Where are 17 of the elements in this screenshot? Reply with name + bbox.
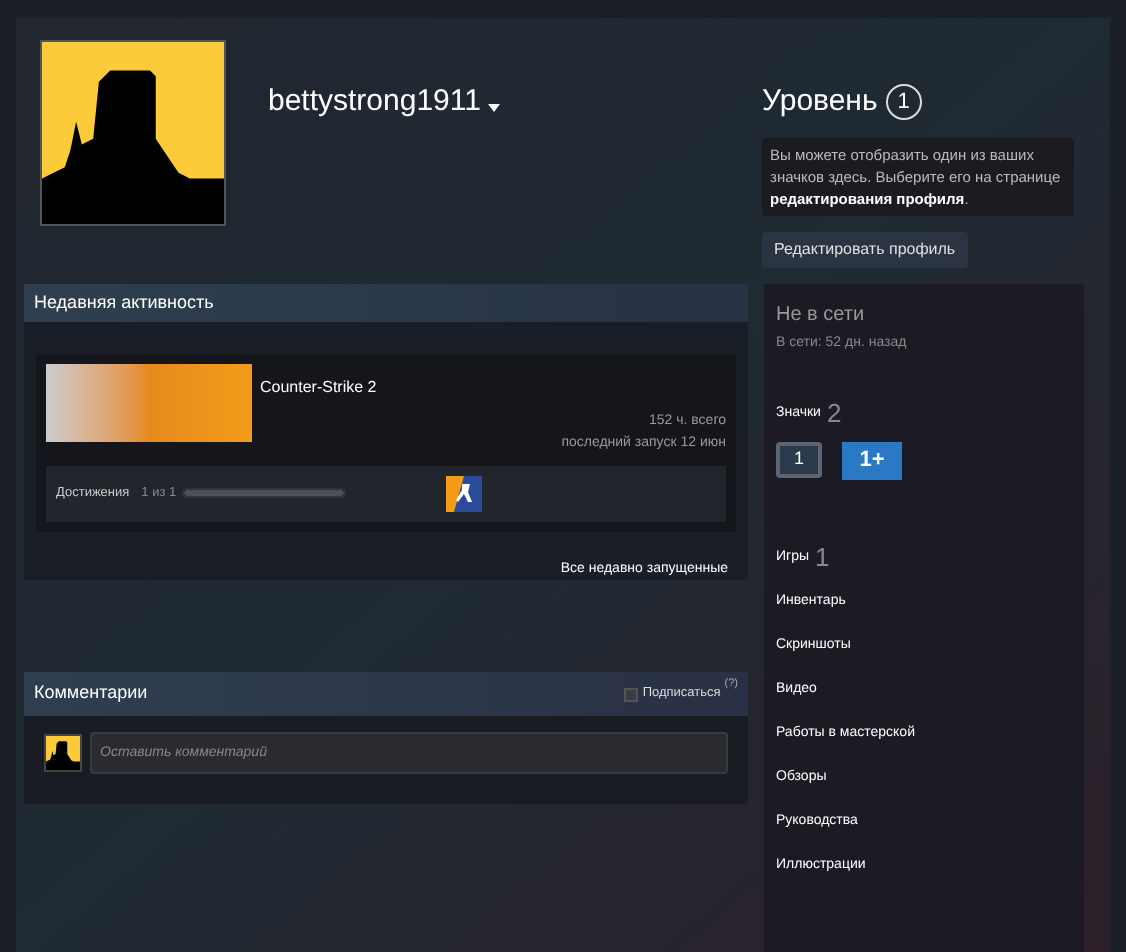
- section-title: Комментарии: [34, 680, 150, 707]
- achievement-icon: [446, 475, 483, 511]
- edit-profile-button[interactable]: Редактировать профиль: [762, 231, 968, 267]
- username: bettystrong1911: [268, 82, 481, 122]
- level-badge: 1: [885, 84, 922, 121]
- level-label: Уровень: [762, 82, 878, 122]
- games-count: 1: [815, 543, 830, 569]
- badges-count: 2: [826, 399, 842, 425]
- online-status: Не в сети: [776, 302, 867, 330]
- game-title[interactable]: Counter-Strike 2: [260, 375, 726, 399]
- badge-icon[interactable]: 1+: [842, 441, 902, 479]
- caret-icon[interactable]: [488, 104, 501, 113]
- subscribe-checkbox[interactable]: [624, 687, 639, 701]
- section-title: Недавняя активность: [34, 289, 214, 316]
- game-banner-image[interactable]: [46, 363, 252, 441]
- badge-icon[interactable]: 1: [776, 442, 822, 478]
- user-avatar: [44, 734, 82, 772]
